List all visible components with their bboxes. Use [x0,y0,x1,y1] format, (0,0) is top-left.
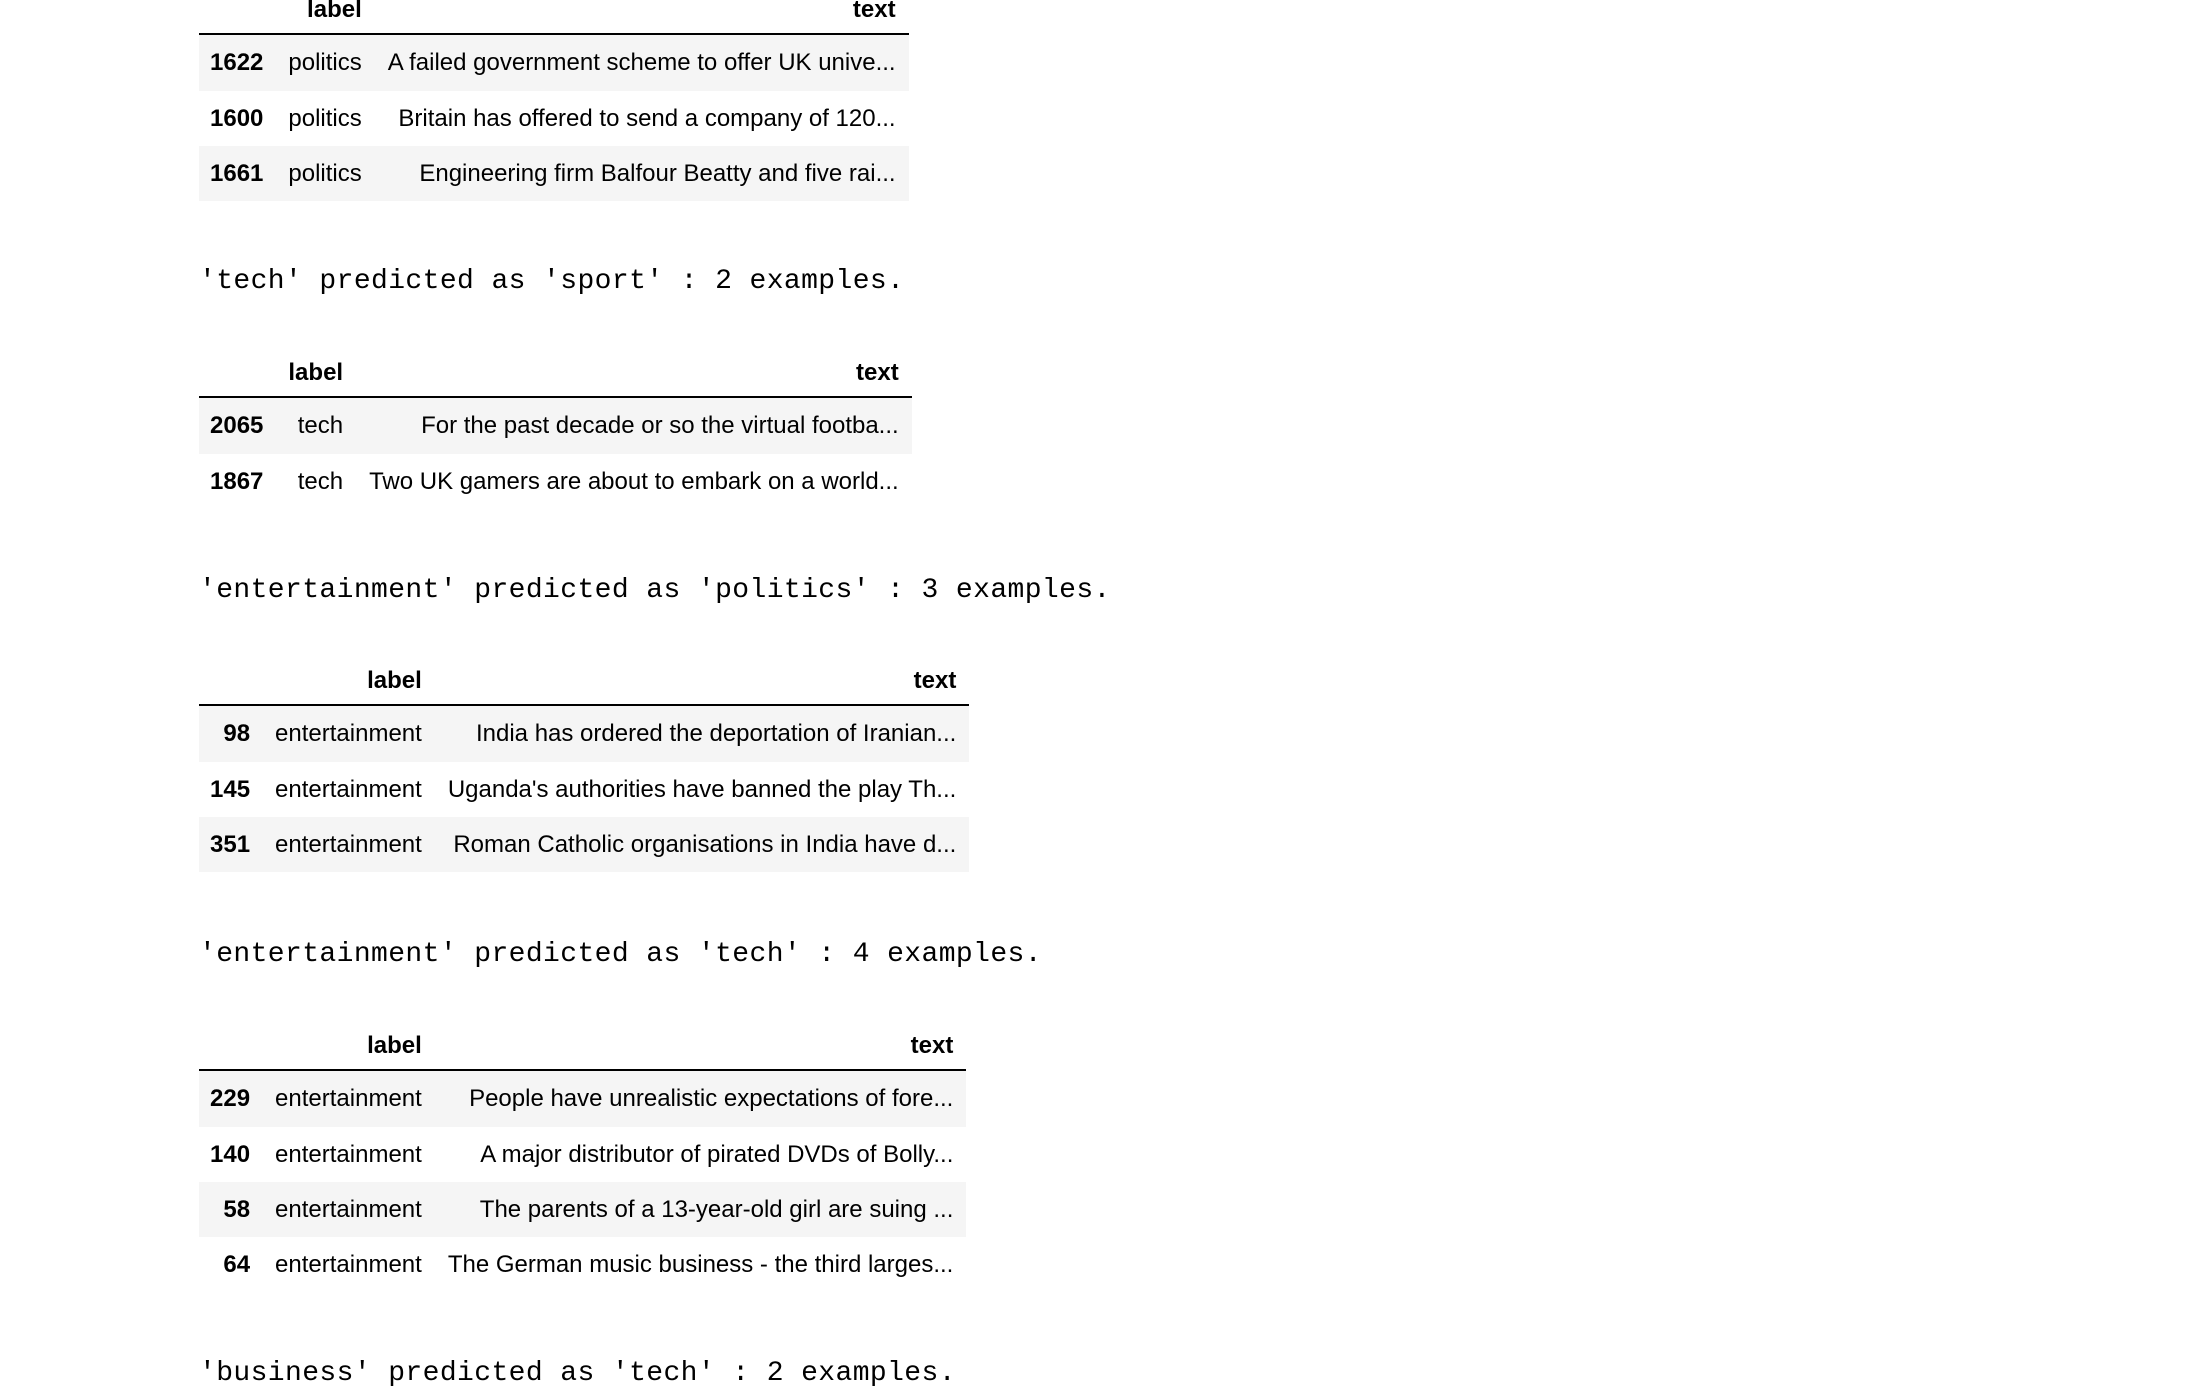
cell-text: Uganda's authorities have banned the pla… [447,775,957,803]
cell-label: entertainment [275,1195,422,1223]
column-header-text: text [356,357,912,398]
table-row: 229 entertainment People have unrealisti… [199,1070,967,1127]
column-header-text: text [374,0,909,35]
row-index: 64 [223,1250,251,1278]
cell-text: Two UK gamers are about to embark on a w… [369,467,899,495]
row-index: 98 [223,720,251,747]
row-index: 58 [223,1195,251,1223]
table-row: 1867 tech Two UK gamers are about to emb… [199,454,912,509]
row-index: 1661 [210,159,264,187]
table-row: 98 entertainment India has ordered the d… [199,705,970,762]
cell-text: The German music business - the third la… [447,1250,954,1278]
output-caption: 'entertainment' predicted as 'tech' : 4 … [199,939,1042,970]
row-index: 1600 [210,104,264,132]
index-header [199,665,263,706]
cell-text: A failed government scheme to offer UK u… [387,49,896,76]
cell-label: tech [297,467,344,495]
cell-label: entertainment [275,775,422,803]
table-row: 2065 tech For the past decade or so the … [199,397,912,454]
cell-label: tech [297,412,344,439]
index-header [199,0,276,35]
table-row: 58 entertainment The parents of a 13-yea… [199,1182,967,1237]
output-caption: 'entertainment' predicted as 'politics' … [199,575,1111,606]
cell-label: entertainment [275,830,422,858]
table-row: 1622 politics A failed government scheme… [199,34,909,91]
index-header [199,357,276,398]
table-row: 1600 politics Britain has offered to sen… [199,91,909,146]
column-header-label: label [275,0,375,35]
row-index: 1622 [210,49,264,76]
dataframe-table: label text 229 entertainment People have… [199,1030,967,1292]
cell-text: Roman Catholic organisations in India ha… [453,830,957,858]
row-index: 351 [210,830,251,858]
cell-text: Britain has offered to send a company of… [398,104,896,132]
dataframe-table: label text 98 entertainment India has or… [199,665,970,872]
cell-label: entertainment [275,720,422,747]
column-header-label: label [262,665,435,706]
table-row: 140 entertainment A major distributor of… [199,1127,966,1182]
column-header-label: label [275,357,357,398]
row-index: 140 [210,1140,251,1168]
row-index: 2065 [210,412,264,439]
cell-label: politics [288,159,362,187]
cell-text: A major distributor of pirated DVDs of B… [480,1140,954,1168]
table-header-row: label text [199,665,970,706]
cell-text: The parents of a 13-year-old girl are su… [479,1195,954,1223]
table-row: 351 entertainment Roman Catholic organis… [199,817,970,872]
cell-text: People have unrealistic expectations of … [469,1085,954,1112]
column-header-label: label [262,1030,435,1071]
row-index: 145 [210,775,251,803]
cell-label: entertainment [275,1140,422,1168]
table-row: 1661 politics Engineering firm Balfour B… [199,146,909,201]
column-header-text: text [434,665,970,706]
table-row: 145 entertainment Uganda's authorities h… [199,762,969,817]
table-row: 64 entertainment The German music busine… [199,1237,966,1292]
row-index: 229 [210,1085,251,1112]
output-caption: 'tech' predicted as 'sport' : 2 examples… [199,266,905,297]
cell-text: Engineering firm Balfour Beatty and five… [419,159,896,187]
cell-text: For the past decade or so the virtual fo… [421,412,899,439]
row-index: 1867 [210,467,264,495]
dataframe-table: label text 1622 politics A failed govern… [199,0,909,201]
column-header-text: text [434,1030,967,1071]
table-header-row: label text [199,0,909,35]
cell-label: entertainment [275,1250,422,1278]
index-header [199,1030,263,1071]
cell-label: politics [288,49,362,76]
table-header-row: label text [199,1030,967,1071]
dataframe-table: label text 2065 tech For the past decade… [199,357,912,509]
output-caption: 'business' predicted as 'tech' : 2 examp… [199,1358,956,1389]
cell-label: entertainment [275,1085,422,1112]
cell-label: politics [288,104,362,132]
table-header-row: label text [199,357,912,398]
cell-text: India has ordered the deportation of Ira… [475,720,957,747]
